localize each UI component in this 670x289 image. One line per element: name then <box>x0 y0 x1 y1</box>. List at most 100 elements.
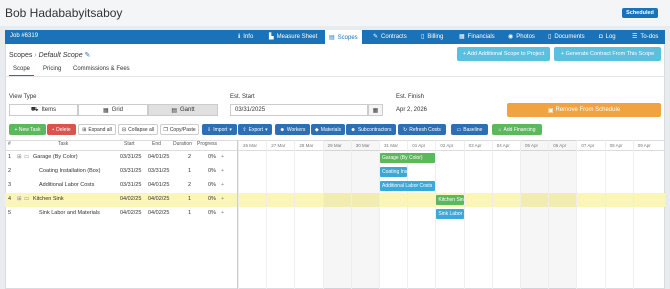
timeline-day-column <box>266 140 294 289</box>
task-row[interactable]: 2 Coating Installation (Box) 03/31/25 03/31… <box>5 165 237 179</box>
task-duration: 2 <box>188 182 192 188</box>
task-progress: 0% <box>208 210 216 216</box>
tab-todos[interactable]: ☰ To-dos <box>632 30 658 44</box>
add-subtask-icon[interactable]: + <box>221 196 224 202</box>
gantt-task-bar[interactable]: Sink Labor a <box>436 209 464 219</box>
status-badge: Scheduled <box>622 8 658 18</box>
task-row[interactable]: 3 Additional Labor Costs 03/31/25 04/01/25 2… <box>5 179 237 193</box>
task-name[interactable]: Coating Installation (Box) <box>39 168 100 174</box>
timeline-day-column <box>491 140 520 289</box>
add-subtask-icon[interactable]: + <box>221 168 224 174</box>
tab-info[interactable]: ℹ Info <box>238 30 253 44</box>
tab-billing[interactable]: ▯ Billing <box>421 30 443 44</box>
tab-documents[interactable]: ▯ Documents <box>548 30 585 44</box>
remove-from-schedule-button[interactable]: ▣ Remove From Schedule <box>507 103 661 117</box>
task-name[interactable]: Additional Labor Costs <box>39 182 94 188</box>
subtab-pricing[interactable]: Pricing <box>43 66 61 72</box>
expand-icon: ⊞ <box>82 126 87 133</box>
task-start: 04/02/25 <box>120 196 142 202</box>
collapse-all-button[interactable]: ⊟ Collapse all <box>118 124 158 135</box>
export-button[interactable]: ⇧ Export ▾ <box>238 124 272 135</box>
calendar-icon[interactable]: ▦ <box>368 104 383 116</box>
document-icon: ▯ <box>548 34 552 40</box>
delete-button[interactable]: ▪ Delete <box>47 124 76 135</box>
task-end: 04/02/25 <box>148 196 170 202</box>
task-number: 4 <box>8 196 12 202</box>
est-start-input[interactable]: 03/31/2025 <box>230 104 368 116</box>
task-name[interactable]: Sink Labor and Materials <box>39 210 100 216</box>
task-end: 04/01/25 <box>148 154 170 160</box>
copy-icon: ❐ <box>163 126 168 133</box>
timeline-day-column <box>322 140 351 289</box>
import-button[interactable]: ⇩ Import ▾ <box>202 124 237 135</box>
expand-toggle-icon[interactable]: ⊞ <box>17 154 22 160</box>
task-row[interactable]: 4 ⊞ ▭ Kitchen Sink 04/02/25 04/02/25 1 0% + <box>5 193 237 207</box>
add-scope-button[interactable]: + Add Additional Scope to Project <box>457 47 550 61</box>
task-number: 1 <box>8 154 12 160</box>
task-row[interactable]: 1 ⊞ ▭ Garage (By Color) 03/31/25 04/01/25 2 0% + <box>5 151 237 165</box>
gantt-task-bar[interactable]: Kitchen Sink <box>436 195 464 205</box>
gantt-task-bar[interactable]: Coating Insta <box>380 167 408 177</box>
task-end: 04/01/25 <box>148 182 170 188</box>
view-items-button[interactable]: ⛟ Items <box>9 104 78 116</box>
task-number: 5 <box>8 210 12 216</box>
expand-toggle-icon[interactable]: ⊞ <box>17 196 22 202</box>
refresh-costs-button[interactable]: ↻ Refresh Costs <box>398 124 446 135</box>
view-type-label: View Type <box>9 94 37 100</box>
tab-log[interactable]: ◘ Log <box>599 30 616 44</box>
gantt-task-bar[interactable]: Garage (By Color) <box>380 153 436 163</box>
subtab-commissions[interactable]: Commissions & Fees <box>73 66 130 72</box>
subtab-scope[interactable]: Scope <box>9 63 34 76</box>
subcontractors-button[interactable]: ☻ Subcontractors <box>346 124 396 135</box>
task-name[interactable]: Garage (By Color) <box>33 154 78 160</box>
add-subtask-icon[interactable]: + <box>221 182 224 188</box>
tab-financials[interactable]: ▦ Financials <box>459 30 495 44</box>
timeline-day-header: 27 Mar <box>271 143 286 148</box>
task-duration: 1 <box>188 168 192 174</box>
task-end: 03/31/25 <box>148 168 170 174</box>
add-financing-button[interactable]: ⌂ Add Financing <box>492 124 542 135</box>
calendar-remove-icon: ▣ <box>547 107 554 114</box>
camera-icon: ◉ <box>508 34 514 40</box>
timeline-day-column <box>632 140 661 289</box>
task-progress: 0% <box>208 154 216 160</box>
col-header-start: Start <box>124 141 135 147</box>
workers-icon: ☻ <box>279 126 285 133</box>
timeline-day-column <box>238 140 266 289</box>
baseline-button[interactable]: ▭ Baseline <box>451 124 488 135</box>
tab-photos[interactable]: ◉ Photos <box>508 30 535 44</box>
gantt-task-bar[interactable]: Additional Labor Costs <box>380 181 436 191</box>
timeline-day-column <box>548 140 576 289</box>
timeline-day-header: 02 Apr <box>440 143 454 148</box>
generate-contract-button[interactable]: + Generate Contract From This Scope <box>554 47 661 61</box>
timeline-day-column <box>350 140 379 289</box>
task-name[interactable]: Kitchen Sink <box>33 196 64 202</box>
workers-button[interactable]: ☻ Workers <box>275 124 310 135</box>
materials-icon: ◆ <box>314 126 319 133</box>
copy-paste-button[interactable]: ❐ Copy/Paste <box>160 124 199 135</box>
add-subtask-icon[interactable]: + <box>221 210 224 216</box>
expand-all-button[interactable]: ⊞ Expand all <box>78 124 116 135</box>
tab-scopes[interactable]: ▤ Scopes <box>325 30 362 45</box>
list-icon: ☰ <box>632 34 638 40</box>
task-row[interactable]: 5 Sink Labor and Materials 04/02/25 04/02/2… <box>5 207 237 221</box>
tab-contracts[interactable]: ✎ Contracts <box>373 30 407 44</box>
task-progress: 0% <box>208 168 216 174</box>
caret-down-icon: ▾ <box>229 126 232 133</box>
contract-icon: ✎ <box>373 34 379 40</box>
view-gantt-button[interactable]: ▤ Gantt <box>148 104 218 116</box>
tab-measure-sheet[interactable]: ▙ Measure Sheet <box>269 30 317 44</box>
new-task-button[interactable]: + New Task <box>9 124 46 135</box>
add-subtask-icon[interactable]: + <box>221 154 224 160</box>
col-header-end: End <box>152 141 161 147</box>
edit-icon[interactable]: ✎ <box>85 52 91 59</box>
chat-icon: ◘ <box>599 34 603 40</box>
timeline-day-column <box>294 140 322 289</box>
customer-name: Bob Hadababyitsaboy <box>5 6 123 20</box>
materials-button[interactable]: ◆ Materials <box>311 124 345 135</box>
view-grid-button[interactable]: ▦ Grid <box>78 104 148 116</box>
scope-breadcrumb: Scopes › Default Scope ✎ <box>9 51 90 59</box>
timeline-day-header: 03 Apr <box>468 143 482 148</box>
import-icon: ⇩ <box>207 126 212 133</box>
timeline-day-column <box>463 140 492 289</box>
